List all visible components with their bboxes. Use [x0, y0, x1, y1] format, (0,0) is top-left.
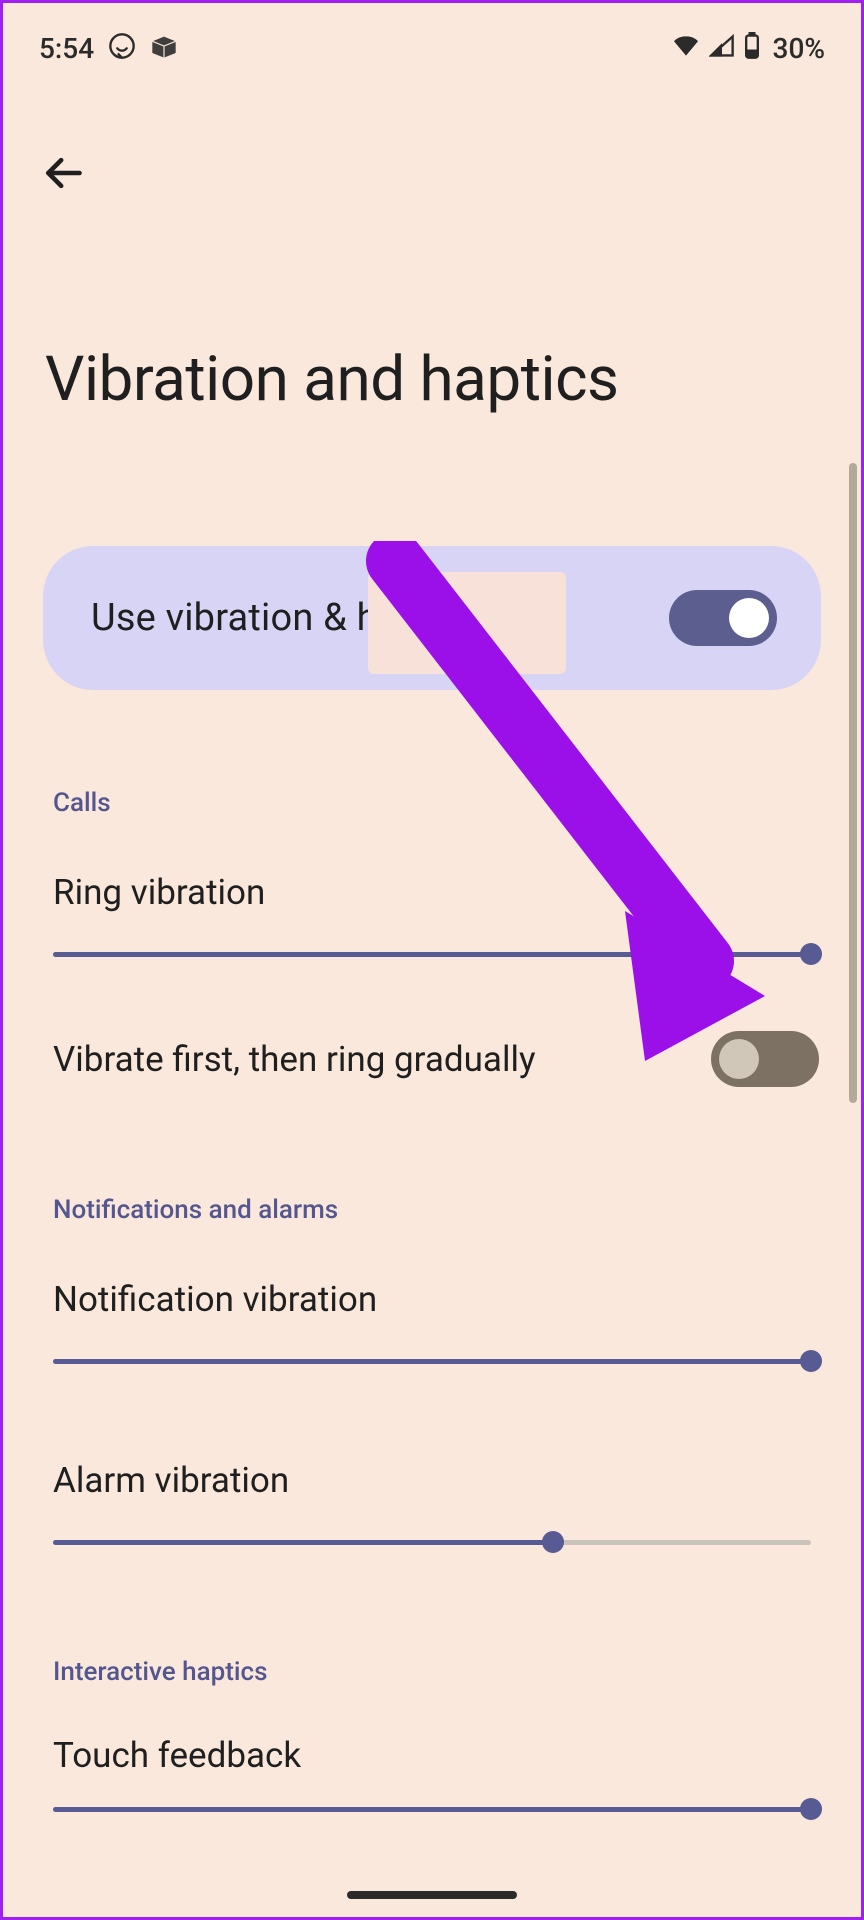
ring-vibration-item: Ring vibration [53, 872, 811, 959]
signal-icon [709, 34, 735, 62]
nav-bar-handle[interactable] [347, 1891, 517, 1899]
status-bar: 5:54 [3, 3, 861, 83]
section-header-calls: Calls [53, 788, 861, 818]
notification-vibration-label: Notification vibration [53, 1279, 811, 1320]
status-left: 5:54 [39, 32, 178, 65]
main-toggle-switch[interactable] [669, 590, 777, 646]
wifi-icon [671, 34, 701, 62]
vibrate-first-toggle[interactable] [711, 1031, 819, 1087]
vibrate-first-row[interactable]: Vibrate first, then ring gradually [53, 1031, 819, 1087]
ring-vibration-label: Ring vibration [53, 872, 811, 913]
battery-icon [743, 32, 761, 64]
ring-vibration-slider[interactable] [53, 951, 811, 959]
touch-feedback-item: Touch feedback [53, 1735, 811, 1814]
whatsapp-icon [108, 32, 136, 64]
back-button[interactable] [33, 143, 93, 203]
redacted-overlay [368, 572, 566, 674]
alarm-vibration-label: Alarm vibration [53, 1460, 811, 1501]
arrow-left-icon [41, 151, 85, 195]
main-toggle-card[interactable]: Use vibration & haptics [43, 546, 821, 690]
touch-feedback-label: Touch feedback [53, 1735, 811, 1776]
alarm-vibration-slider[interactable] [53, 1539, 811, 1547]
status-right: 30% [671, 32, 825, 65]
page-title: Vibration and haptics [45, 343, 861, 416]
vibrate-first-label: Vibrate first, then ring gradually [53, 1039, 711, 1080]
status-time: 5:54 [39, 32, 94, 65]
scroll-indicator[interactable] [849, 463, 857, 1103]
alarm-vibration-item: Alarm vibration [53, 1460, 811, 1547]
touch-feedback-slider[interactable] [53, 1806, 811, 1814]
section-header-interactive: Interactive haptics [53, 1657, 861, 1687]
package-icon [150, 34, 178, 62]
section-header-notifications: Notifications and alarms [53, 1195, 861, 1225]
notification-vibration-slider[interactable] [53, 1358, 811, 1366]
battery-percentage: 30% [773, 32, 825, 65]
notification-vibration-item: Notification vibration [53, 1279, 811, 1366]
